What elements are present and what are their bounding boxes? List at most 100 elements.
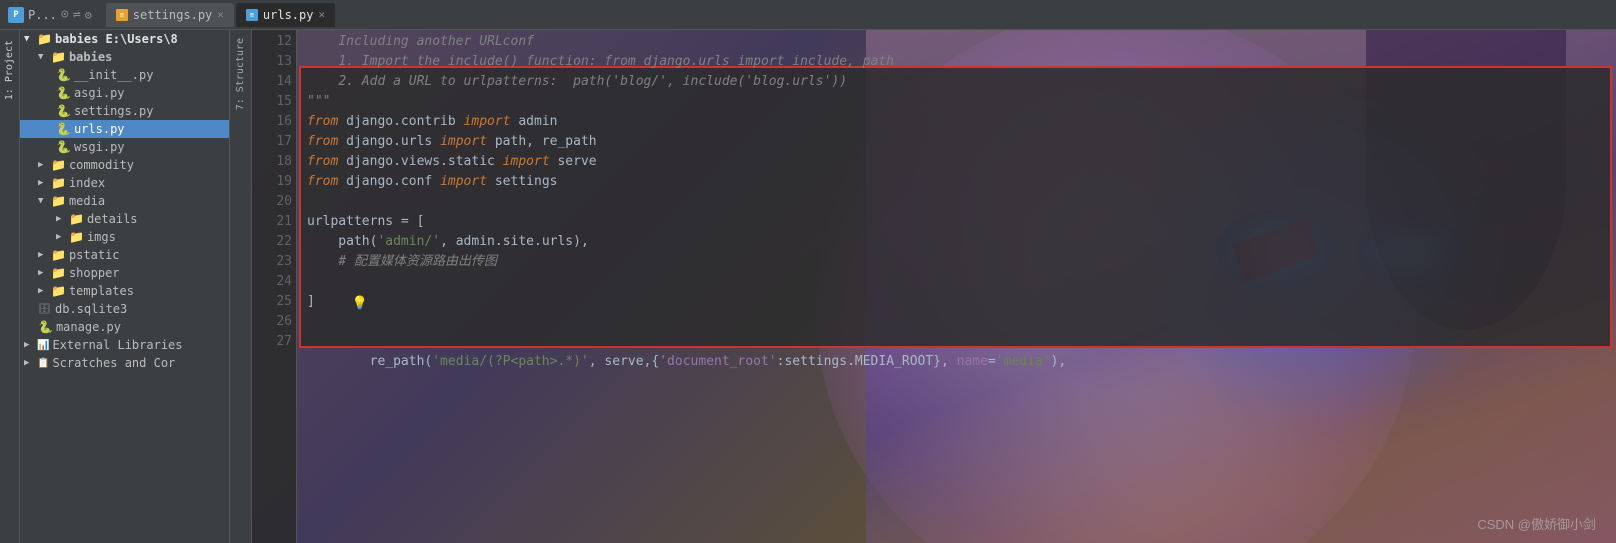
tab-settings[interactable]: ≡ settings.py ✕ [106, 3, 234, 27]
details-arrow: ▶ [56, 214, 66, 224]
sidebar-item-asgi[interactable]: 🐍 asgi.py [20, 84, 229, 102]
sidebar-item-settings[interactable]: 🐍 settings.py [20, 102, 229, 120]
code-line-14[interactable]: 2. Add a URL to urlpatterns: path('blog/… [297, 72, 1616, 92]
settings-label: settings.py [74, 104, 153, 118]
code-line-16[interactable]: from django.contrib import admin [297, 112, 1616, 132]
asgi-icon: 🐍 [56, 86, 71, 100]
sidebar-item-wsgi[interactable]: 🐍 wsgi.py [20, 138, 229, 156]
index-icon: 📁 [51, 176, 66, 190]
code-line-22[interactable]: path('admin/', admin.site.urls), [297, 232, 1616, 252]
pstatic-arrow: ▶ [38, 250, 48, 260]
sidebar-item-babies-folder[interactable]: ▼ 📁 babies [20, 48, 229, 66]
commodity-icon: 📁 [51, 158, 66, 172]
sidebar-item-external[interactable]: ▶ 📊 External Libraries [20, 336, 229, 354]
tab-settings-close[interactable]: ✕ [217, 8, 224, 21]
line-num-27: 27 [256, 332, 292, 352]
sidebar-item-index[interactable]: ▶ 📁 index [20, 174, 229, 192]
pstatic-label: pstatic [69, 248, 120, 262]
line-num-18: 18 [256, 152, 292, 172]
templates-arrow: ▶ [38, 286, 48, 296]
watermark: CSDN @傲娇御小剑 [1477, 514, 1596, 533]
tab-urls[interactable]: ≡ urls.py ✕ [236, 3, 335, 27]
code-line-13[interactable]: 1. Import the include() function: from d… [297, 52, 1616, 72]
code-line-17[interactable]: from django.urls import path, re_path [297, 132, 1616, 152]
tab-settings-label: settings.py [133, 8, 212, 22]
line-num-24: 24 [256, 272, 292, 292]
title-bar: P P... ⊙ ⇌ ⚙ ≡ settings.py ✕ ≡ urls.py ✕ [0, 0, 1616, 30]
manage-label: manage.py [56, 320, 121, 334]
wsgi-label: wsgi.py [74, 140, 125, 154]
sidebar-item-manage[interactable]: 🐍 manage.py [20, 318, 229, 336]
nav-back[interactable]: ⊙ [61, 7, 69, 22]
project-panel-label[interactable]: 1: Project [4, 40, 15, 100]
imgs-icon: 📁 [69, 230, 84, 244]
manage-icon: 🐍 [38, 320, 53, 334]
sidebar-item-shopper[interactable]: ▶ 📁 shopper [20, 264, 229, 282]
babies-folder-icon: 📁 [51, 50, 66, 64]
structure-panel[interactable]: 7: Structure [230, 30, 252, 543]
tab-urls-close[interactable]: ✕ [318, 8, 325, 21]
line-num-12: 12 [256, 32, 292, 52]
line-num-21: 21 [256, 212, 292, 232]
sidebar-item-db[interactable]: 🗄 db.sqlite3 [20, 300, 229, 318]
sidebar-root[interactable]: ▼ 📁 babies E:\Users\8 [20, 30, 229, 48]
urls-file-icon: ≡ [246, 9, 258, 21]
sidebar-item-media[interactable]: ▼ 📁 media [20, 192, 229, 210]
settings-file-icon: ≡ [116, 9, 128, 21]
external-label: External Libraries [52, 338, 182, 352]
sidebar-item-templates[interactable]: ▶ 📁 templates [20, 282, 229, 300]
nav-forward[interactable]: ⇌ [73, 7, 81, 22]
line-num-23: 23 [256, 252, 292, 272]
commodity-arrow: ▶ [38, 160, 48, 170]
code-line-18[interactable]: from django.views.static import serve [297, 152, 1616, 172]
sidebar-item-commodity[interactable]: ▶ 📁 commodity [20, 156, 229, 174]
line-num-15: 15 [256, 92, 292, 112]
sidebar-item-details[interactable]: ▶ 📁 details [20, 210, 229, 228]
sidebar-item-init[interactable]: 🐍 __init__.py [20, 66, 229, 84]
code-line-27 [297, 332, 1616, 352]
code-line-12[interactable]: Including another URLconf [297, 32, 1616, 52]
shopper-folder-icon: 📁 [51, 266, 66, 280]
code-line-20 [297, 192, 1616, 212]
settings-icon: 🐍 [56, 104, 71, 118]
settings-gear[interactable]: ⚙ [85, 8, 92, 22]
code-line-25[interactable]: ] [297, 292, 1616, 312]
templates-label: templates [69, 284, 134, 298]
root-folder-icon: 📁 [37, 32, 52, 46]
code-line-24[interactable]: 💡 re_path('media/(?P<path>.*)', serve,{'… [297, 272, 1616, 292]
templates-icon: 📁 [51, 284, 66, 298]
sidebar-item-pstatic[interactable]: ▶ 📁 pstatic [20, 246, 229, 264]
tab-urls-label: urls.py [263, 8, 314, 22]
line-num-14: 14 [256, 72, 292, 92]
line-numbers: 12 13 14 15 16 17 18 19 20 21 22 23 24 2… [252, 30, 297, 543]
line-num-17: 17 [256, 132, 292, 152]
code-line-21[interactable]: urlpatterns = [ [297, 212, 1616, 232]
project-path: P... [28, 8, 57, 22]
babies-folder-label: babies [69, 50, 112, 64]
code-content[interactable]: Including another URLconf 1. Import the … [297, 30, 1616, 543]
code-line-19[interactable]: from django.conf import settings [297, 172, 1616, 192]
code-line-26 [297, 312, 1616, 332]
scratches-arrow: ▶ [24, 358, 34, 368]
code-line-23[interactable]: # 配置媒体资源路由出传图 [297, 252, 1616, 272]
code-line-15[interactable]: """ [297, 92, 1616, 112]
wsgi-icon: 🐍 [56, 140, 71, 154]
imgs-label: imgs [87, 230, 116, 244]
shopper-label: shopper [69, 266, 120, 280]
urls-label: urls.py [74, 122, 125, 136]
details-label: details [87, 212, 138, 226]
sidebar-item-scratches[interactable]: ▶ 📋 Scratches and Cor [20, 354, 229, 372]
media-icon: 📁 [51, 194, 66, 208]
root-label: babies E:\Users\8 [55, 32, 178, 46]
shopper-arrow: ▶ [38, 268, 48, 278]
tab-bar: ≡ settings.py ✕ ≡ urls.py ✕ [106, 3, 335, 27]
panel-toggle[interactable]: 1: Project [0, 30, 20, 543]
index-arrow: ▶ [38, 178, 48, 188]
line-num-26: 26 [256, 312, 292, 332]
sidebar-item-urls[interactable]: 🐍 urls.py [20, 120, 229, 138]
structure-label[interactable]: 7: Structure [235, 38, 246, 110]
line-num-16: 16 [256, 112, 292, 132]
sidebar-item-imgs[interactable]: ▶ 📁 imgs [20, 228, 229, 246]
babies-arrow: ▼ [38, 52, 48, 62]
commodity-label: commodity [69, 158, 134, 172]
